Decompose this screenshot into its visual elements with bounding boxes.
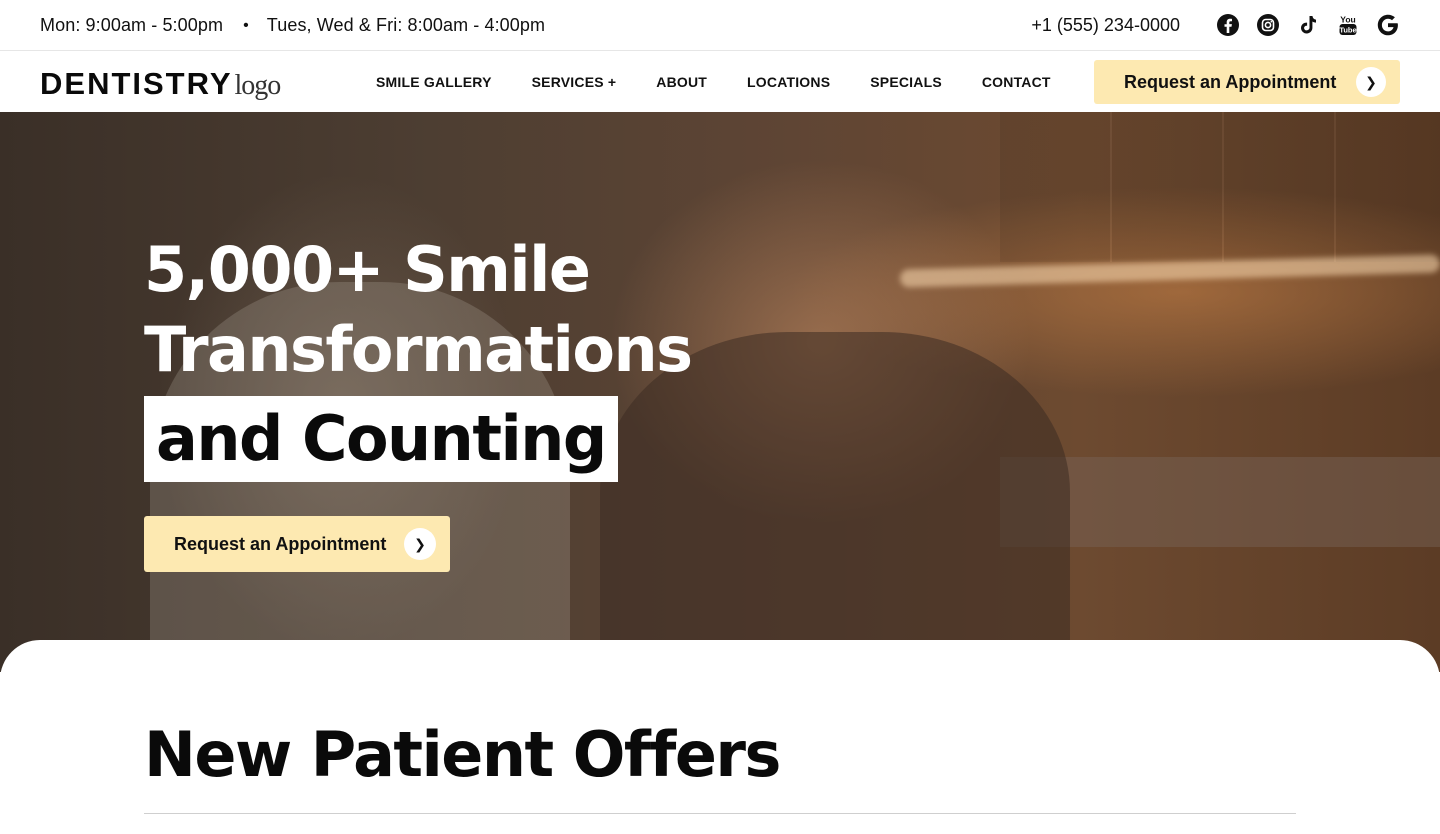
- offers-section: New Patient Offers: [0, 640, 1440, 834]
- nav-contact[interactable]: CONTACT: [982, 74, 1051, 90]
- instagram-icon[interactable]: [1256, 13, 1280, 37]
- top-info-bar: Mon: 9:00am - 5:00pm • Tues, Wed & Fri: …: [0, 0, 1440, 51]
- chevron-right-icon: ❯: [1356, 67, 1386, 97]
- hero-headline-highlight: and Counting: [144, 396, 618, 482]
- hero-section: 5,000+ Smile Transformations and Countin…: [0, 112, 1440, 672]
- nav-services[interactable]: SERVICES +: [532, 74, 617, 90]
- main-header: DENTISTRY logo SMILE GALLERY SERVICES + …: [0, 52, 1440, 112]
- hero-headline: 5,000+ Smile Transformations and Countin…: [144, 230, 693, 482]
- nav-locations[interactable]: LOCATIONS: [747, 74, 830, 90]
- hours-other: Tues, Wed & Fri: 8:00am - 4:00pm: [266, 15, 546, 35]
- hero-headline-line-1: 5,000+ Smile: [144, 233, 591, 306]
- hero-background-panels: [1000, 112, 1440, 262]
- youtube-icon[interactable]: You Tube: [1336, 13, 1360, 37]
- google-icon[interactable]: [1376, 13, 1400, 37]
- phone-link[interactable]: +1 (555) 234-0000: [1031, 15, 1180, 36]
- nav-specials[interactable]: SPECIALS: [870, 74, 942, 90]
- request-appointment-label: Request an Appointment: [1124, 71, 1337, 92]
- hero-headline-line-2: Transformations: [144, 313, 693, 386]
- logo-wordmark: DENTISTRY: [40, 66, 233, 101]
- hours-separator: •: [243, 16, 249, 34]
- main-nav: SMILE GALLERY SERVICES + ABOUT LOCATIONS…: [376, 74, 1051, 90]
- chevron-right-icon: ❯: [404, 528, 436, 560]
- svg-text:Tube: Tube: [1339, 26, 1356, 35]
- site-logo[interactable]: DENTISTRY logo: [40, 66, 282, 102]
- request-appointment-button[interactable]: Request an Appointment ❯: [1094, 60, 1400, 104]
- nav-smile-gallery[interactable]: SMILE GALLERY: [376, 74, 492, 90]
- hero-request-appointment-label: Request an Appointment: [174, 533, 387, 554]
- offers-title: New Patient Offers: [144, 718, 781, 791]
- tiktok-icon[interactable]: [1296, 13, 1320, 37]
- logo-sub: logo: [234, 70, 282, 101]
- hero-request-appointment-button[interactable]: Request an Appointment ❯: [144, 516, 450, 572]
- facebook-icon[interactable]: [1216, 13, 1240, 37]
- svg-text:You: You: [1340, 15, 1355, 25]
- section-divider: [144, 813, 1296, 814]
- social-links: You Tube: [1216, 13, 1400, 37]
- office-hours: Mon: 9:00am - 5:00pm • Tues, Wed & Fri: …: [40, 15, 545, 36]
- hours-weekday: Mon: 9:00am - 5:00pm: [40, 15, 224, 35]
- nav-about[interactable]: ABOUT: [656, 74, 707, 90]
